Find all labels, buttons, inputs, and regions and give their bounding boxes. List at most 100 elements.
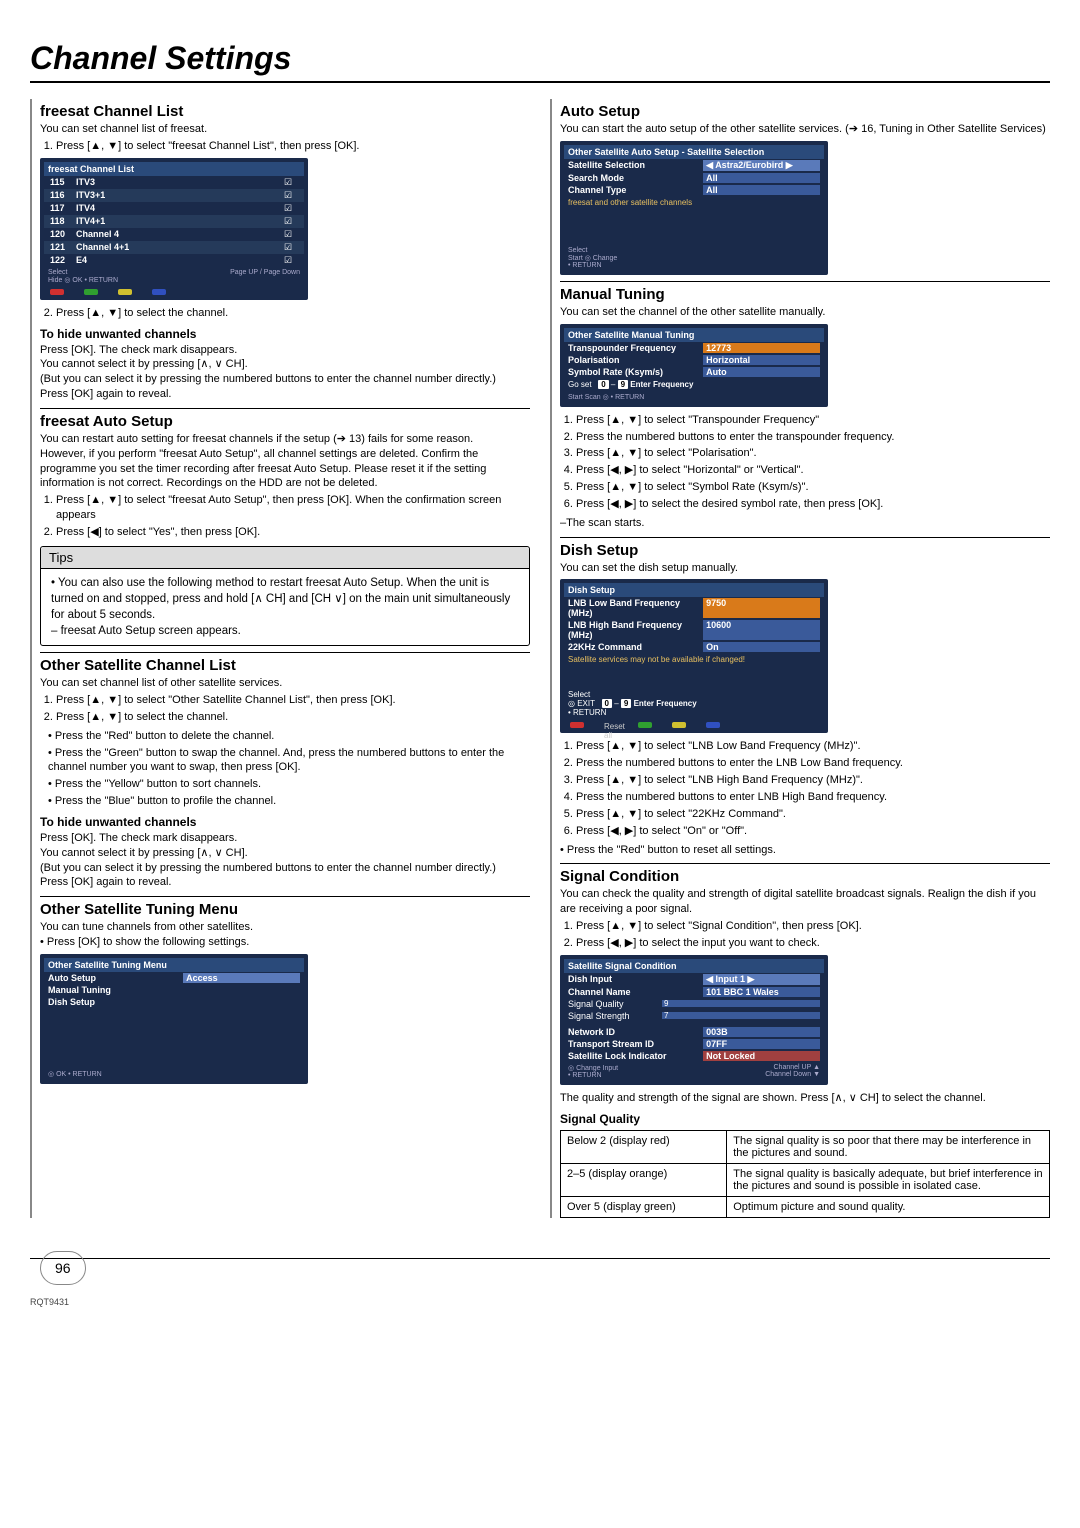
menu-note: Satellite services may not be available … <box>564 653 824 666</box>
text-signal-intro: You can check the quality and strength o… <box>560 887 1050 917</box>
menu-label: Signal Strength <box>568 1011 658 1021</box>
check-icon: ☑ <box>284 242 298 253</box>
chan-num: 121 <box>50 242 76 253</box>
menu-header: Other Satellite Tuning Menu <box>44 958 304 972</box>
menu-label: Transport Stream ID <box>568 1039 701 1049</box>
label-return: RETURN <box>615 394 644 401</box>
menu-value: Auto <box>703 367 820 377</box>
menu-freesat-channel-list: freesat Channel List 115ITV3☑ 116ITV3+1☑… <box>40 158 308 300</box>
text-hide-body-2: Press [OK]. The check mark disappears. Y… <box>40 831 530 890</box>
text-freesat-auto-body: You can restart auto setting for freesat… <box>40 432 530 491</box>
other-b2: • Press the "Green" button to swap the c… <box>48 746 530 776</box>
check-icon: ☑ <box>284 177 298 188</box>
other-b4: • Press the "Blue" button to profile the… <box>48 794 530 809</box>
chan-name: E4 <box>76 255 284 266</box>
table-cell: 2–5 (display orange) <box>561 1163 727 1196</box>
menu-label: LNB High Band Frequency (MHz) <box>568 620 701 640</box>
menu-label: 22KHz Command <box>568 642 701 652</box>
signal-s2: Press [◀, ▶] to select the input you wan… <box>576 936 1050 951</box>
menu-label: Transpounder Frequency <box>568 343 701 353</box>
freesat-auto-step2: Press [◀] to select "Yes", then press [O… <box>56 525 530 540</box>
label-return: RETURN <box>573 708 606 717</box>
label-exit: EXIT <box>577 699 595 708</box>
text-freesat-intro: You can set channel list of freesat. <box>40 122 530 137</box>
blue-button-icon <box>152 289 166 295</box>
divider <box>40 896 530 897</box>
other-list-step2: Press [▲, ▼] to select the channel. <box>56 710 530 725</box>
heading-manual-tuning: Manual Tuning <box>560 286 1050 303</box>
divider <box>560 863 1050 864</box>
label-return: RETURN <box>572 262 601 269</box>
chan-name: ITV4+1 <box>76 216 284 227</box>
title-rule <box>30 81 1050 83</box>
signal-s1: Press [▲, ▼] to select "Signal Condition… <box>576 919 1050 934</box>
heading-auto-setup: Auto Setup <box>560 103 1050 120</box>
divider <box>40 652 530 653</box>
menu-label: Auto Setup <box>48 973 181 983</box>
menu-value: 9750 <box>703 598 820 618</box>
text-other-intro: You can set channel list of other satell… <box>40 676 530 691</box>
menu-label: Channel Name <box>568 987 701 997</box>
menu-label: Manual Tuning <box>48 985 300 995</box>
other-tuning-b1: Press [OK] to show the following setting… <box>47 936 249 948</box>
label-ch-up: Channel UP <box>774 1064 812 1071</box>
table-cell: Over 5 (display green) <box>561 1196 727 1217</box>
chan-num: 116 <box>50 190 76 201</box>
label-change: Change <box>593 255 618 262</box>
manual-s3: Press [▲, ▼] to select "Polarisation". <box>576 446 1050 461</box>
menu-value: Horizontal <box>703 355 820 365</box>
other-b3: • Press the "Yellow" button to sort chan… <box>48 777 530 792</box>
heading-other-tuning: Other Satellite Tuning Menu <box>40 901 530 918</box>
menu-signal-condition: Satellite Signal Condition Dish Input◀ I… <box>560 955 828 1085</box>
chan-num: 122 <box>50 255 76 266</box>
check-icon: ☑ <box>284 255 298 266</box>
menu-value: 12773 <box>703 343 820 353</box>
menu-value: ◀ Input 1 ▶ <box>703 974 820 985</box>
menu-label: Network ID <box>568 1027 701 1037</box>
menu-label: Satellite Selection <box>568 160 701 171</box>
other-list-step1: Press [▲, ▼] to select "Other Satellite … <box>56 693 530 708</box>
heading-hide-channels-2: To hide unwanted channels <box>40 815 530 829</box>
chan-name: Channel 4+1 <box>76 242 284 253</box>
manual-end: –The scan starts. <box>560 516 1050 531</box>
menu-header: freesat Channel List <box>44 162 304 176</box>
bar-value: 9 <box>664 999 668 1008</box>
label-return: RETURN <box>572 1072 601 1079</box>
manual-s6: Press [◀, ▶] to select the desired symbo… <box>576 497 1050 512</box>
other-b1: • Press the "Red" button to delete the c… <box>48 729 530 744</box>
table-cell: Below 2 (display red) <box>561 1130 727 1163</box>
heading-hide-channels: To hide unwanted channels <box>40 327 530 341</box>
menu-label: LNB Low Band Frequency (MHz) <box>568 598 701 618</box>
menu-value: 101 BBC 1 Wales <box>703 987 820 997</box>
divider <box>40 408 530 409</box>
green-button-icon <box>638 722 652 728</box>
chan-name: ITV4 <box>76 203 284 214</box>
menu-header: Dish Setup <box>564 583 824 597</box>
page-title: Channel Settings <box>30 40 1050 77</box>
freesat-list-step1: Press [▲, ▼] to select "freesat Channel … <box>56 139 530 154</box>
freesat-list-step2: Press [▲, ▼] to select the channel. <box>56 306 530 321</box>
chan-num: 118 <box>50 216 76 227</box>
label-goset: Go set <box>568 380 592 389</box>
menu-value: All <box>703 185 820 195</box>
check-icon: ☑ <box>284 203 298 214</box>
page-number: 96 <box>40 1251 86 1285</box>
dish-s2: Press the numbered buttons to enter the … <box>576 756 1050 771</box>
label-page: Page UP / Page Down <box>230 269 300 284</box>
menu-header: Other Satellite Manual Tuning <box>564 328 824 342</box>
label-return: RETURN <box>73 1071 102 1078</box>
menu-label: Dish Setup <box>48 997 300 1007</box>
menu-label: Polarisation <box>568 355 701 365</box>
label-ch-down: Channel Down <box>765 1071 811 1078</box>
green-button-icon <box>84 289 98 295</box>
menu-label: Search Mode <box>568 173 701 183</box>
check-icon: ☑ <box>284 229 298 240</box>
chan-num: 120 <box>50 229 76 240</box>
red-button-icon <box>570 722 584 728</box>
signal-quality-table: Below 2 (display red)The signal quality … <box>560 1130 1050 1218</box>
divider <box>560 537 1050 538</box>
label-select: Select <box>568 247 587 254</box>
menu-value: ◀ Astra2/Eurobird ▶ <box>703 160 820 171</box>
divider <box>560 281 1050 282</box>
check-icon: ☑ <box>284 216 298 227</box>
